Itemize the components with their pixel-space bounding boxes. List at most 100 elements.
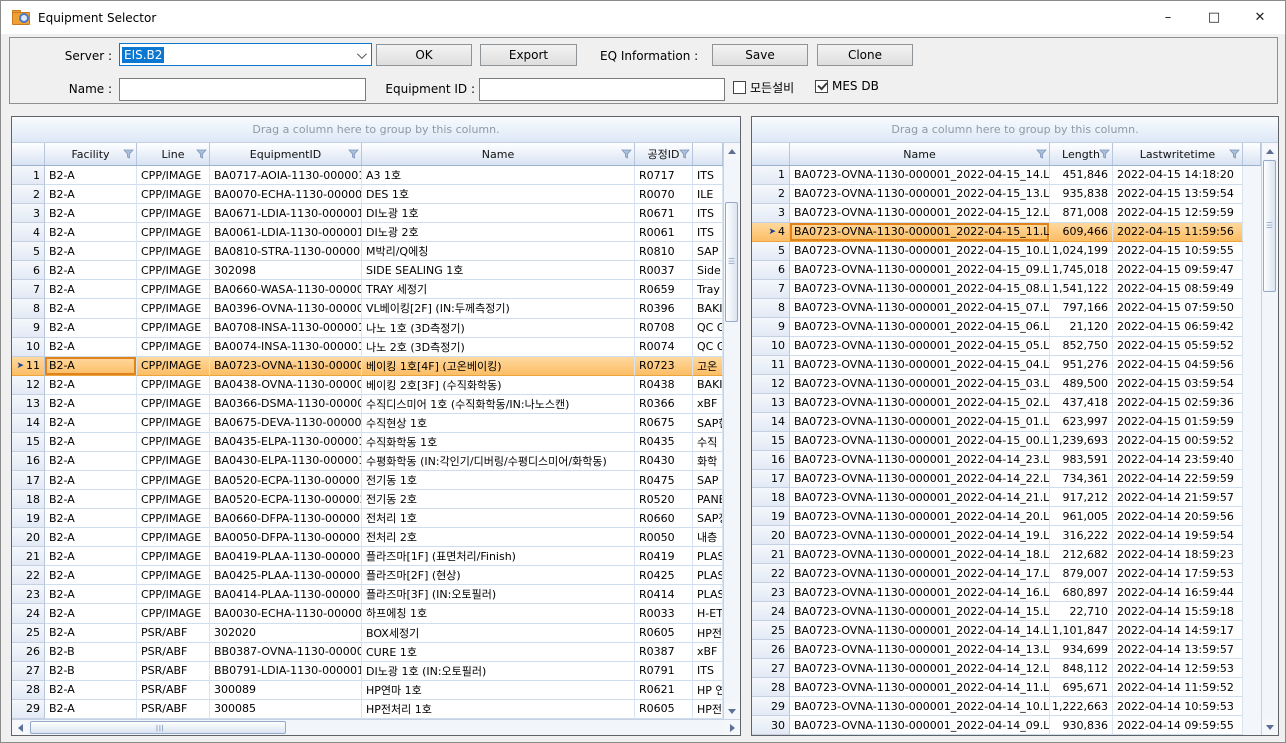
length-cell[interactable]: 983,591 <box>1050 451 1113 470</box>
process-id-cell[interactable]: R0033 <box>635 604 693 623</box>
table-row[interactable]: ➤4BA0723-OVNA-1130-000001_2022-04-15_11.… <box>752 223 1261 242</box>
length-cell[interactable]: 871,008 <box>1050 204 1113 223</box>
lastwritetime-cell[interactable]: 2022-04-14 16:59:44 <box>1113 583 1243 602</box>
line-cell[interactable]: CPP/IMAGE <box>137 357 210 376</box>
process-id-cell[interactable]: R0723 <box>635 357 693 376</box>
table-row[interactable]: 22B2-ACPP/IMAGEBA0425-PLAA-1130-000001플라… <box>12 566 723 585</box>
row-indicator-cell[interactable]: 30 <box>752 716 790 735</box>
table-row[interactable]: 26BA0723-OVNA-1130-000001_2022-04-14_13.… <box>752 640 1261 659</box>
extra-cell[interactable]: SAP <box>693 242 723 261</box>
row-indicator-cell[interactable]: 1 <box>752 166 790 185</box>
facility-cell[interactable]: B2-A <box>45 185 137 204</box>
name-cell[interactable]: BA0723-OVNA-1130-000001_2022-04-14_14.Lo… <box>790 621 1050 640</box>
clone-button[interactable]: Clone <box>817 44 913 66</box>
scrollbar-thumb[interactable]: ☰ <box>725 202 738 322</box>
length-cell[interactable]: 1,101,847 <box>1050 621 1113 640</box>
equipment-id-input[interactable] <box>479 78 725 101</box>
extra-cell[interactable]: SAP <box>693 471 723 490</box>
name-cell[interactable]: BA0723-OVNA-1130-000001_2022-04-14_17.Lo… <box>790 564 1050 583</box>
line-cell[interactable]: CPP/IMAGE <box>137 433 210 452</box>
table-row[interactable]: 16B2-ACPP/IMAGEBA0430-ELPA-1130-000001수평… <box>12 452 723 471</box>
table-row[interactable]: 22BA0723-OVNA-1130-000001_2022-04-14_17.… <box>752 564 1261 583</box>
row-indicator-cell[interactable]: 4 <box>12 223 45 242</box>
length-cell[interactable]: 451,846 <box>1050 166 1113 185</box>
process-id-cell[interactable]: R0061 <box>635 223 693 242</box>
table-row[interactable]: 16BA0723-OVNA-1130-000001_2022-04-14_23.… <box>752 451 1261 470</box>
row-indicator-cell[interactable]: 28 <box>12 681 45 700</box>
row-indicator-cell[interactable]: 7 <box>12 280 45 299</box>
line-cell[interactable]: CPP/IMAGE <box>137 395 210 414</box>
process-id-cell[interactable]: R0660 <box>635 509 693 528</box>
table-row[interactable]: 25BA0723-OVNA-1130-000001_2022-04-14_14.… <box>752 621 1261 640</box>
table-row[interactable]: 7B2-ACPP/IMAGEBA0660-WASA-1130-000001TRA… <box>12 280 723 299</box>
name-cell[interactable]: 베이킹 1호[4F] (고온베이킹) <box>362 357 635 376</box>
facility-cell[interactable]: B2-A <box>45 338 137 357</box>
row-indicator-cell[interactable]: 22 <box>752 564 790 583</box>
lastwritetime-cell[interactable]: 2022-04-14 10:59:53 <box>1113 697 1243 716</box>
lastwritetime-cell[interactable]: 2022-04-14 17:59:53 <box>1113 564 1243 583</box>
lastwritetime-cell[interactable]: 2022-04-15 08:59:49 <box>1113 280 1243 299</box>
row-indicator-cell[interactable]: 22 <box>12 566 45 585</box>
name-cell[interactable]: BA0723-OVNA-1130-000001_2022-04-15_05.Lo… <box>790 337 1050 356</box>
name-cell[interactable]: CURE 1호 <box>362 643 635 662</box>
name-cell[interactable]: BA0723-OVNA-1130-000001_2022-04-14_13.Lo… <box>790 640 1050 659</box>
lastwritetime-cell[interactable]: 2022-04-15 09:59:47 <box>1113 261 1243 280</box>
table-row[interactable]: 14BA0723-OVNA-1130-000001_2022-04-15_01.… <box>752 413 1261 432</box>
name-cell[interactable]: BOX세정기 <box>362 624 635 643</box>
row-indicator-cell[interactable]: 14 <box>12 414 45 433</box>
name-cell[interactable]: BA0723-OVNA-1130-000001_2022-04-14_15.Lo… <box>790 602 1050 621</box>
extra-cell[interactable]: BAKI <box>693 299 723 318</box>
column-header-length[interactable]: Length <box>1050 143 1113 165</box>
scroll-left-icon[interactable] <box>12 720 28 735</box>
process-id-cell[interactable]: R0605 <box>635 700 693 719</box>
process-id-cell[interactable]: R0810 <box>635 242 693 261</box>
line-cell[interactable]: PSR/ABF <box>137 700 210 719</box>
vertical-scrollbar[interactable]: ☰ <box>1261 143 1278 735</box>
row-indicator-cell[interactable]: 28 <box>752 678 790 697</box>
filter-icon[interactable] <box>1099 149 1110 162</box>
name-cell[interactable]: DI노광 1호 (IN:오토필러) <box>362 662 635 681</box>
table-row[interactable]: 13BA0723-OVNA-1130-000001_2022-04-15_02.… <box>752 394 1261 413</box>
server-combobox[interactable]: EIS.B2 <box>119 43 372 66</box>
table-row[interactable]: 23BA0723-OVNA-1130-000001_2022-04-14_16.… <box>752 583 1261 602</box>
table-row[interactable]: ➤11B2-ACPP/IMAGEBA0723-OVNA-1130-000001베… <box>12 357 723 376</box>
table-row[interactable]: 2B2-ACPP/IMAGEBA0070-ECHA-1130-000001DES… <box>12 185 723 204</box>
name-cell[interactable]: BA0723-OVNA-1130-000001_2022-04-14_16.Lo… <box>790 583 1050 602</box>
table-row[interactable]: 5BA0723-OVNA-1130-000001_2022-04-15_10.L… <box>752 242 1261 261</box>
table-row[interactable]: 3B2-ACPP/IMAGEBA0671-LDIA-1130-000001DI노… <box>12 204 723 223</box>
facility-cell[interactable]: B2-A <box>45 280 137 299</box>
process-id-cell[interactable]: R0430 <box>635 452 693 471</box>
facility-cell[interactable]: B2-A <box>45 490 137 509</box>
checkbox-check-icon[interactable] <box>815 80 828 93</box>
length-cell[interactable]: 1,745,018 <box>1050 261 1113 280</box>
length-cell[interactable]: 680,897 <box>1050 583 1113 602</box>
line-cell[interactable]: CPP/IMAGE <box>137 338 210 357</box>
extra-cell[interactable]: 내층 <box>693 528 723 547</box>
table-row[interactable]: 29BA0723-OVNA-1130-000001_2022-04-14_10.… <box>752 697 1261 716</box>
filter-icon[interactable] <box>348 149 359 162</box>
process-id-cell[interactable]: R0520 <box>635 490 693 509</box>
row-indicator-cell[interactable]: 24 <box>752 602 790 621</box>
facility-cell[interactable]: B2-A <box>45 471 137 490</box>
facility-cell[interactable]: B2-A <box>45 357 137 376</box>
length-cell[interactable]: 695,671 <box>1050 678 1113 697</box>
lastwritetime-cell[interactable]: 2022-04-14 13:59:57 <box>1113 640 1243 659</box>
facility-cell[interactable]: B2-A <box>45 547 137 566</box>
equipment-id-cell[interactable]: BA0435-ELPA-1130-000001 <box>210 433 362 452</box>
facility-cell[interactable]: B2-A <box>45 566 137 585</box>
line-cell[interactable]: CPP/IMAGE <box>137 185 210 204</box>
table-row[interactable]: 27BA0723-OVNA-1130-000001_2022-04-14_12.… <box>752 659 1261 678</box>
line-cell[interactable]: CPP/IMAGE <box>137 604 210 623</box>
table-row[interactable]: 4B2-ACPP/IMAGEBA0061-LDIA-1130-000001DI노… <box>12 223 723 242</box>
name-cell[interactable]: 수직디스미어 1호 (수직화학동/IN:나노스캔) <box>362 395 635 414</box>
table-row[interactable]: 13B2-ACPP/IMAGEBA0366-DSMA-1130-000001수직… <box>12 395 723 414</box>
name-cell[interactable]: BA0723-OVNA-1130-000001_2022-04-15_02.Lo… <box>790 394 1050 413</box>
process-id-cell[interactable]: R0675 <box>635 414 693 433</box>
process-id-cell[interactable]: R0475 <box>635 471 693 490</box>
length-cell[interactable]: 316,222 <box>1050 526 1113 545</box>
row-indicator-cell[interactable]: 18 <box>752 488 790 507</box>
equipment-id-cell[interactable]: BA0430-ELPA-1130-000001 <box>210 452 362 471</box>
name-cell[interactable]: 수직화학동 1호 <box>362 433 635 452</box>
name-cell[interactable]: BA0723-OVNA-1130-000001_2022-04-15_03.Lo… <box>790 375 1050 394</box>
row-indicator-cell[interactable]: 16 <box>752 451 790 470</box>
